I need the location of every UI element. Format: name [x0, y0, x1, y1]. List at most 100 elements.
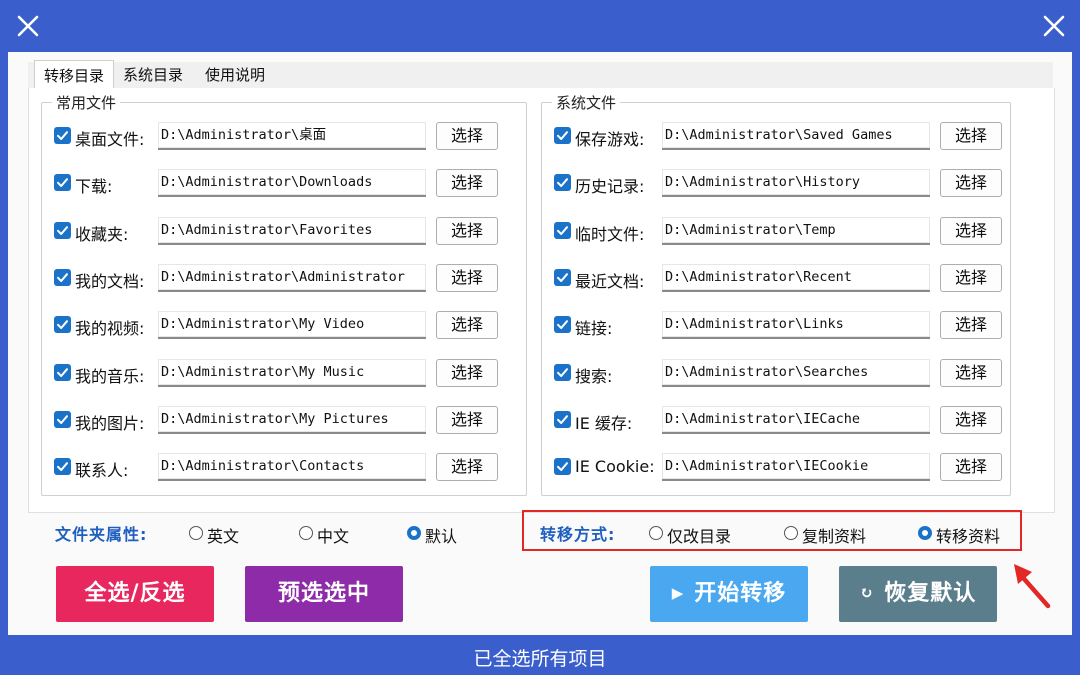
file-row: 我的音乐: D:\Administrator\My Music 选择	[42, 357, 526, 391]
system-files-group: 系统文件 保存游戏: D:\Administrator\Saved Games 选择…	[541, 92, 1011, 496]
path-input[interactable]: D:\Administrator\Favorites	[158, 216, 426, 245]
tab-transfer-dir[interactable]: 转移目录	[34, 60, 114, 90]
row-label: 我的文档:	[75, 271, 145, 291]
select-button[interactable]: 选择	[940, 216, 1002, 245]
radio-dot[interactable]	[299, 526, 313, 540]
path-input[interactable]: D:\Administrator\桌面	[158, 122, 426, 150]
select-all-button[interactable]: 全选/反选	[56, 566, 214, 622]
path-input[interactable]: D:\Administrator\Links	[662, 311, 930, 340]
row-label: 桌面文件:	[75, 130, 145, 149]
restore-default-label: 恢复默认	[884, 580, 977, 606]
select-button[interactable]: 选择	[940, 358, 1002, 387]
select-button[interactable]: 选择	[940, 169, 1002, 198]
row-label: 搜索:	[575, 366, 613, 386]
arrow-icon	[1014, 564, 1051, 609]
checkbox[interactable]	[554, 268, 571, 286]
row-label: 最近文档:	[575, 271, 645, 291]
radio-label: 中文	[317, 527, 350, 546]
checkbox[interactable]	[554, 221, 571, 239]
file-row: 下载: D:\Administrator\Downloads 选择	[42, 167, 526, 201]
title-bar	[0, 0, 1080, 52]
select-button[interactable]: 选择	[436, 405, 498, 434]
file-row: 历史记录: D:\Administrator\History 选择	[542, 167, 1010, 201]
preselect-button[interactable]: 预选选中	[245, 566, 403, 622]
checkbox[interactable]	[54, 458, 71, 476]
path-input[interactable]: D:\Administrator\Temp	[662, 216, 930, 245]
select-button[interactable]: 选择	[436, 122, 498, 150]
select-button[interactable]: 选择	[436, 216, 498, 245]
select-button[interactable]: 选择	[940, 311, 1002, 340]
highlight-box	[522, 510, 1022, 551]
folder-attr-label: 文件夹属性:	[55, 525, 148, 544]
row-label: IE Cookie:	[575, 457, 655, 477]
path-input[interactable]: D:\Administrator\My Pictures	[158, 405, 426, 434]
tab-strip: 转移目录 系统目录 使用说明	[28, 60, 1053, 90]
file-row: 联系人: D:\Administrator\Contacts 选择	[42, 451, 526, 485]
select-button[interactable]: 选择	[436, 263, 498, 292]
select-button[interactable]: 选择	[940, 263, 1002, 292]
start-transfer-button[interactable]: ▶ 开始转移	[650, 566, 808, 622]
start-transfer-label: 开始转移	[694, 580, 787, 606]
checkbox[interactable]	[554, 410, 571, 428]
path-input[interactable]: D:\Administrator\Downloads	[158, 169, 426, 198]
tab-system-dir[interactable]: 系统目录	[114, 62, 192, 88]
path-input[interactable]: D:\Administrator\Administrator	[158, 263, 426, 292]
checkbox[interactable]	[554, 458, 571, 476]
checkbox[interactable]	[554, 316, 571, 334]
checkbox[interactable]	[54, 127, 71, 144]
checkbox[interactable]	[554, 363, 571, 381]
radio-label: 英文	[207, 527, 240, 546]
radio-label: 默认	[425, 527, 458, 546]
checkbox[interactable]	[554, 127, 571, 144]
tab-usage[interactable]: 使用说明	[196, 62, 274, 88]
path-input[interactable]: D:\Administrator\Saved Games	[662, 122, 930, 150]
checkbox[interactable]	[54, 316, 71, 334]
row-label: 链接:	[575, 319, 613, 339]
path-input[interactable]: D:\Administrator\My Music	[158, 358, 426, 387]
status-text: 已全选所有项目	[473, 648, 607, 670]
checkbox[interactable]	[54, 410, 71, 428]
select-button[interactable]: 选择	[436, 358, 498, 387]
common-files-group: 常用文件 桌面文件: D:\Administrator\桌面 选择 下载: D:\Adm…	[41, 92, 527, 496]
group-title: 系统文件	[552, 92, 621, 113]
path-input[interactable]: D:\Administrator\Recent	[662, 263, 930, 292]
path-input[interactable]: D:\Administrator\Searches	[662, 358, 930, 387]
checkbox[interactable]	[54, 221, 71, 239]
close-icon[interactable]	[1034, 6, 1074, 46]
checkbox[interactable]	[54, 268, 71, 286]
row-label: 我的图片:	[75, 413, 145, 433]
restore-default-button[interactable]: ↻ 恢复默认	[839, 566, 997, 622]
select-button[interactable]: 选择	[436, 453, 498, 482]
select-button[interactable]: 选择	[940, 405, 1002, 434]
path-input[interactable]: D:\Administrator\IECookie	[662, 453, 930, 482]
file-row: 我的视频: D:\Administrator\My Video 选择	[42, 309, 526, 343]
checkbox[interactable]	[54, 363, 71, 381]
file-row: 我的图片: D:\Administrator\My Pictures 选择	[42, 404, 526, 438]
play-icon: ▶	[671, 584, 685, 602]
row-label: 临时文件:	[575, 224, 645, 244]
row-label: 联系人:	[75, 461, 129, 481]
checkbox[interactable]	[554, 174, 571, 192]
select-button[interactable]: 选择	[940, 453, 1002, 482]
path-input[interactable]: D:\Administrator\My Video	[158, 311, 426, 340]
group-title: 常用文件	[52, 92, 121, 113]
select-button[interactable]: 选择	[940, 122, 1002, 150]
path-input[interactable]: D:\Administrator\IECache	[662, 405, 930, 434]
checkbox[interactable]	[54, 174, 71, 192]
row-label: 我的音乐:	[75, 366, 145, 386]
file-row: 搜索: D:\Administrator\Searches 选择	[542, 357, 1010, 391]
select-button[interactable]: 选择	[436, 169, 498, 198]
radio-dot[interactable]	[189, 526, 203, 540]
radio-dot[interactable]	[407, 526, 421, 540]
status-bar: 已全选所有项目	[0, 635, 1080, 675]
file-row: 桌面文件: D:\Administrator\桌面 选择	[42, 120, 526, 154]
refresh-icon: ↻	[859, 583, 875, 602]
select-button[interactable]: 选择	[436, 311, 498, 340]
path-input[interactable]: D:\Administrator\Contacts	[158, 453, 426, 482]
file-row: IE 缓存: D:\Administrator\IECache 选择	[542, 404, 1010, 438]
close-icon[interactable]	[8, 6, 48, 46]
row-label: 我的视频:	[75, 319, 145, 339]
path-input[interactable]: D:\Administrator\History	[662, 169, 930, 198]
row-label: 收藏夹:	[75, 224, 129, 244]
row-label: 历史记录:	[575, 177, 645, 197]
